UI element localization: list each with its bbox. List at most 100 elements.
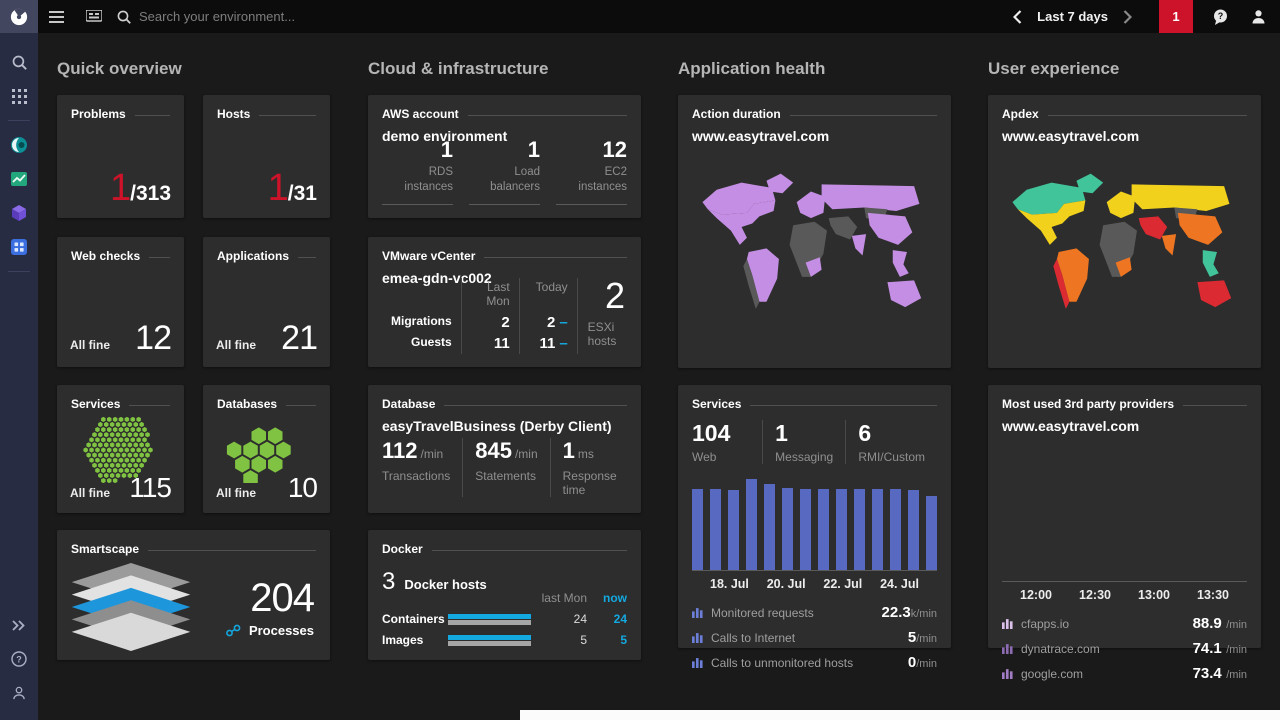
tile-rule: [484, 257, 627, 258]
sidebar-search-button[interactable]: [0, 45, 38, 79]
containers-now: 24: [613, 612, 627, 626]
tile-applications[interactable]: Applications All fine 21: [203, 237, 330, 367]
timeframe-next-button[interactable]: [1112, 0, 1143, 33]
tile-third-party-providers[interactable]: Most used 3rd party providers www.easytr…: [988, 385, 1261, 682]
legend-label: Calls to unmonitored hosts: [711, 655, 854, 670]
sidebar-apps-button[interactable]: [0, 79, 38, 113]
tile-vmware-vcenter[interactable]: VMware vCenter emea-gdn-vc002 Last Mon T…: [368, 237, 641, 367]
stat-caption: Statements: [475, 469, 536, 483]
legend-row[interactable]: cfapps.io 88.9 /min: [1002, 611, 1247, 636]
stat-caption: Transactions: [382, 469, 451, 483]
stat-caption: Web: [692, 450, 717, 464]
tile-rule: [129, 405, 170, 406]
stat-caption: Response time: [562, 469, 617, 497]
tile-title: VMware vCenter: [382, 249, 476, 263]
tile-title: Services: [692, 397, 742, 411]
sidebar-app-tiles[interactable]: [0, 230, 38, 264]
search-input[interactable]: [139, 9, 419, 24]
aws-stat-ec2: 12 EC2 instances: [556, 137, 627, 205]
dynatrace-logo[interactable]: [0, 0, 38, 33]
sidebar-help-button[interactable]: ?: [0, 642, 38, 676]
tile-services-health[interactable]: Services 104 Web 1 Messaging 6 RMI/Custo…: [678, 385, 951, 671]
docker-table: last Mon now Containers 24 24 Images 5 5: [382, 591, 627, 647]
tile-web-checks[interactable]: Web checks All fine 12: [57, 237, 184, 367]
sidebar-app-chart[interactable]: [0, 162, 38, 196]
x-axis-ticks: 12:00 12:30 13:00 13:30: [1002, 582, 1247, 602]
column-application-health: Application health Action duration www.e…: [678, 33, 951, 720]
map-region-india: [851, 234, 867, 256]
tile-docker[interactable]: Docker 3 Docker hosts last Mon now Conta…: [368, 530, 641, 660]
status-text: All fine: [216, 338, 257, 352]
problems-badge[interactable]: 1: [1159, 0, 1193, 33]
legend-label: Calls to Internet: [711, 630, 796, 645]
tile-apdex[interactable]: Apdex www.easytravel.com: [988, 95, 1261, 368]
db-stat-response-time: 1 ms Response time: [549, 438, 629, 497]
green-chart-app-icon: [11, 172, 27, 186]
legend-row[interactable]: Monitored requests 22.3k/min: [692, 600, 937, 625]
tile-rule: [789, 115, 937, 116]
column-header: Last Mon: [460, 278, 519, 312]
search-bar[interactable]: [117, 9, 419, 24]
legend-row[interactable]: google.com 73.4 /min: [1002, 661, 1247, 686]
row-label: Guests: [410, 335, 452, 349]
column-header: now: [603, 591, 627, 605]
tile-problems[interactable]: Problems 1 /313: [57, 95, 184, 218]
stat-unit: ms: [577, 447, 594, 461]
legend-row[interactable]: Calls to unmonitored hosts 0/min: [692, 650, 937, 675]
legend-value: 22.3: [881, 603, 911, 621]
sidebar-app-globe[interactable]: [0, 128, 38, 162]
user-button[interactable]: [1240, 0, 1280, 33]
tile-title: Applications: [217, 249, 290, 263]
tick-label: 22. Jul: [823, 577, 863, 591]
double-chevron-right-icon: [12, 619, 25, 631]
timeframe-prev-button[interactable]: [1002, 0, 1033, 33]
apdex-world-map[interactable]: [1000, 153, 1249, 358]
requests-bar-chart[interactable]: [692, 477, 937, 571]
tile-smartscape[interactable]: Smartscape 204 Processes: [57, 530, 330, 660]
stat-value: 104: [692, 420, 731, 446]
providers-stacked-bar-chart[interactable]: [1002, 494, 1247, 582]
services-stat-messaging: 1 Messaging: [762, 420, 845, 464]
mini-bar-chart-icon: [1002, 644, 1013, 654]
tick-label: 13:30: [1197, 588, 1229, 602]
tile-title: Most used 3rd party providers: [1002, 397, 1175, 411]
legend-label: cfapps.io: [1021, 616, 1070, 631]
legend-value: 0: [907, 653, 917, 671]
legend-row[interactable]: dynatrace.com 74.1 /min: [1002, 636, 1247, 661]
legend-label: dynatrace.com: [1021, 641, 1100, 656]
tile-databases[interactable]: Databases All fine 10: [203, 385, 330, 513]
tile-title: Problems: [71, 107, 126, 121]
tile-rule: [259, 115, 316, 116]
application-name: www.easytravel.com: [1002, 418, 1140, 434]
mini-bar-chart-icon: [692, 658, 703, 668]
tile-services[interactable]: Services All fine 115: [57, 385, 184, 513]
stat-caption: RDS instances: [404, 166, 453, 194]
page-bottom-edge: [520, 710, 1280, 720]
stat-value: 845: [475, 438, 512, 463]
dashboard-icon: [86, 10, 102, 22]
db-stat-transactions: 112/min Transactions: [382, 438, 462, 497]
menu-button[interactable]: [38, 0, 75, 33]
sidebar-expand-button[interactable]: [0, 608, 38, 642]
dashboards-button[interactable]: [75, 0, 113, 33]
timeframe-label[interactable]: Last 7 days: [1033, 9, 1112, 24]
section-title: User experience: [988, 59, 1120, 78]
aws-stat-load-balancers: 1 Load balancers: [469, 137, 540, 205]
topbar: Last 7 days 1 ?: [0, 0, 1280, 33]
tile-database[interactable]: Database easyTravelBusiness (Derby Clien…: [368, 385, 641, 513]
legend-row[interactable]: Calls to Internet 5/min: [692, 625, 937, 650]
tile-action-duration[interactable]: Action duration www.easytravel.com: [678, 95, 951, 368]
smartscape-layers-graphic: [71, 563, 191, 651]
sidebar-user-button[interactable]: [0, 676, 38, 710]
stat-value: 1: [527, 137, 540, 163]
tile-title: Web checks: [71, 249, 141, 263]
databases-count: 10: [287, 472, 318, 503]
sidebar-divider: [8, 120, 30, 121]
hosts-problem-count: 1: [267, 167, 289, 209]
sidebar-app-cube[interactable]: [0, 196, 38, 230]
tile-aws-account[interactable]: AWS account demo environment 1 RDS insta…: [368, 95, 641, 218]
action-duration-world-map[interactable]: [690, 153, 939, 358]
chat-button[interactable]: ?: [1201, 0, 1240, 33]
map-region-australia: [1197, 280, 1232, 308]
tile-hosts[interactable]: Hosts 1 /31: [203, 95, 330, 218]
